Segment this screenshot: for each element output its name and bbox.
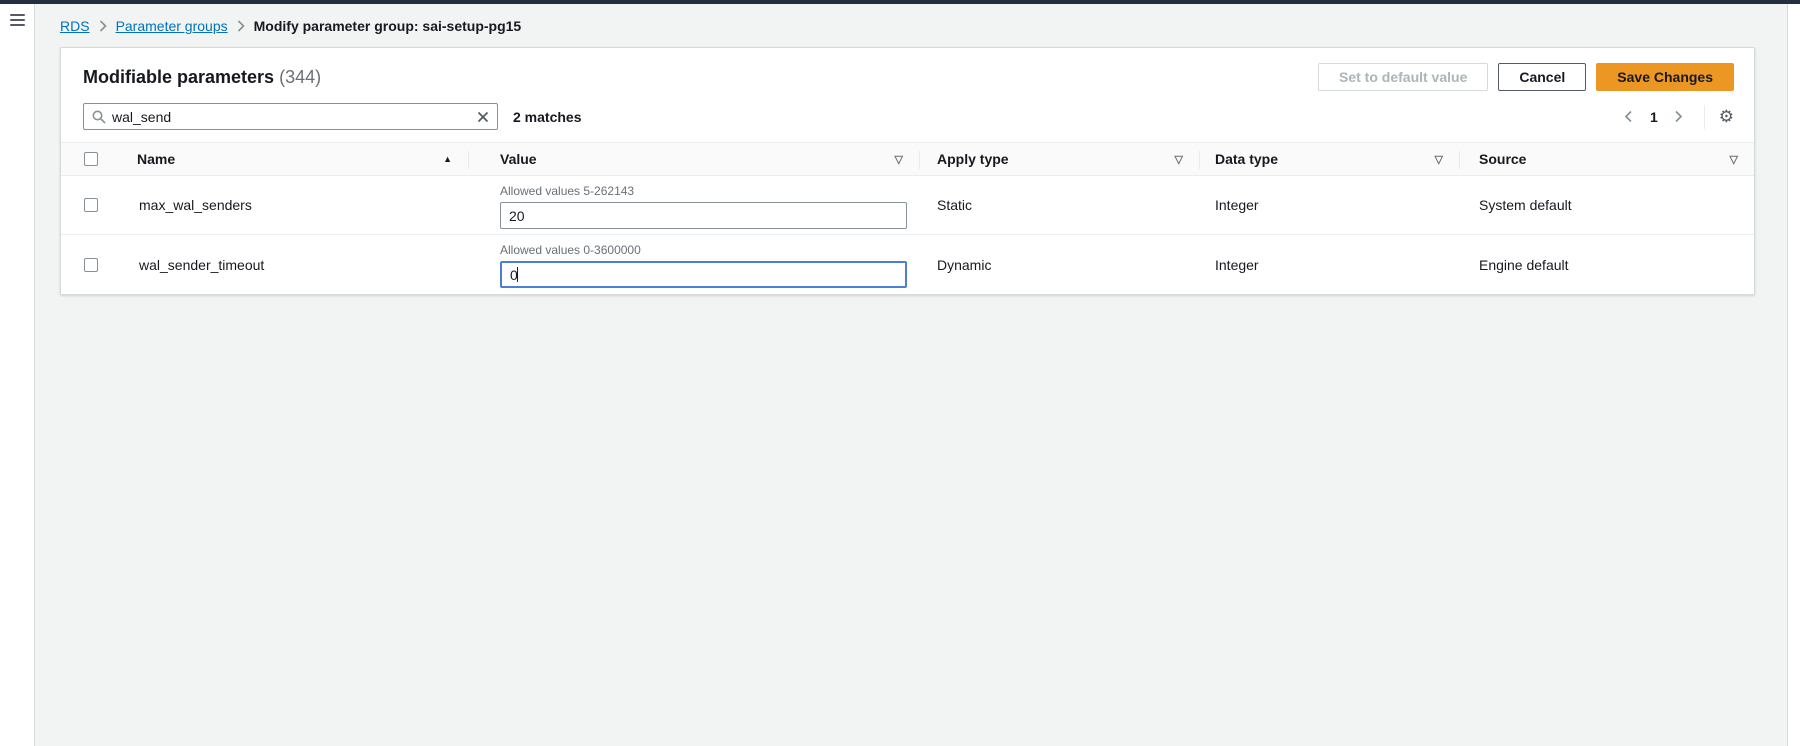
column-header-name[interactable]: Name ▲ (125, 143, 468, 175)
menu-bar (10, 14, 25, 16)
parameter-search-box[interactable] (83, 103, 498, 130)
chevron-right-icon (237, 20, 245, 32)
pager-divider (1704, 105, 1705, 129)
table-toolbar: 2 matches 1 ⚙︎ (61, 103, 1754, 130)
allowed-values-hint: Allowed values 5-262143 (500, 184, 919, 198)
right-scroll-rail[interactable] (1787, 4, 1800, 746)
select-all-cell (61, 143, 125, 175)
column-label: Name (137, 151, 175, 167)
sort-down-icon[interactable]: ▽ (1730, 153, 1738, 166)
column-header-apply-type[interactable]: Apply type ▽ (919, 143, 1199, 175)
cancel-button[interactable]: Cancel (1498, 63, 1586, 91)
chevron-right-icon (99, 20, 107, 32)
breadcrumb-parameter-groups-link[interactable]: Parameter groups (116, 18, 228, 34)
allowed-values-hint: Allowed values 0-3600000 (500, 243, 919, 257)
value-cell: Allowed values 5-262143 (468, 176, 919, 234)
table-row: max_wal_senders Allowed values 5-262143 … (61, 176, 1754, 235)
column-label: Source (1479, 151, 1526, 167)
source-cell: Engine default (1459, 235, 1754, 294)
data-type-cell: Integer (1199, 176, 1459, 234)
pagination: 1 ⚙︎ (1618, 105, 1734, 129)
modifiable-parameters-panel: Modifiable parameters (344) Set to defau… (60, 47, 1755, 295)
chevron-left-icon[interactable] (1618, 106, 1640, 128)
column-header-value[interactable]: Value ▽ (468, 143, 919, 175)
menu-bar (10, 24, 25, 26)
search-input[interactable] (112, 109, 477, 125)
row-select-cell (61, 176, 125, 234)
parameter-name: max_wal_senders (125, 176, 468, 234)
action-buttons: Set to default value Cancel Save Changes (1318, 63, 1734, 91)
sort-down-icon[interactable]: ▽ (1435, 153, 1443, 166)
row-select-cell (61, 235, 125, 294)
column-header-data-type[interactable]: Data type ▽ (1199, 143, 1459, 175)
parameters-table: Name ▲ Value ▽ Apply type ▽ Data type ▽ … (61, 142, 1754, 294)
value-input-focused[interactable] (500, 261, 907, 288)
breadcrumb: RDS Parameter groups Modify parameter gr… (60, 17, 1755, 35)
sort-down-icon[interactable]: ▽ (895, 153, 903, 166)
text-cursor (517, 267, 518, 282)
parameter-name: wal_sender_timeout (125, 235, 468, 294)
chevron-right-icon[interactable] (1668, 106, 1690, 128)
panel-header: Modifiable parameters (344) Set to defau… (61, 48, 1754, 103)
sort-down-icon[interactable]: ▽ (1175, 153, 1183, 166)
value-cell: Allowed values 0-3600000 (468, 235, 919, 294)
value-input[interactable] (500, 202, 907, 229)
search-icon (92, 110, 106, 124)
parameter-count: (344) (279, 67, 321, 87)
column-label: Value (500, 151, 537, 167)
side-nav-rail (0, 4, 35, 746)
main-content: RDS Parameter groups Modify parameter gr… (35, 4, 1787, 746)
sort-asc-icon[interactable]: ▲ (443, 154, 452, 164)
source-cell: System default (1459, 176, 1754, 234)
menu-bar (10, 19, 25, 21)
breadcrumb-rds-link[interactable]: RDS (60, 18, 90, 34)
column-label: Apply type (937, 151, 1009, 167)
menu-icon[interactable] (10, 14, 34, 26)
apply-type-cell: Static (919, 176, 1199, 234)
select-all-checkbox[interactable] (84, 152, 98, 166)
save-changes-button[interactable]: Save Changes (1596, 63, 1734, 91)
page-number[interactable]: 1 (1646, 109, 1662, 125)
match-count: 2 matches (513, 109, 581, 125)
column-label: Data type (1215, 151, 1278, 167)
page-title: Modifiable parameters (344) (83, 67, 321, 88)
table-row: wal_sender_timeout Allowed values 0-3600… (61, 235, 1754, 294)
table-header-row: Name ▲ Value ▽ Apply type ▽ Data type ▽ … (61, 142, 1754, 176)
row-checkbox[interactable] (84, 258, 98, 272)
column-header-source[interactable]: Source ▽ (1459, 143, 1754, 175)
data-type-cell: Integer (1199, 235, 1459, 294)
breadcrumb-current: Modify parameter group: sai-setup-pg15 (254, 18, 522, 34)
top-nav-bar (0, 0, 1800, 4)
set-to-default-button[interactable]: Set to default value (1318, 63, 1488, 91)
clear-icon[interactable] (477, 111, 489, 123)
panel-title-text: Modifiable parameters (83, 67, 274, 87)
row-checkbox[interactable] (84, 198, 98, 212)
gear-icon[interactable]: ⚙︎ (1719, 108, 1734, 125)
apply-type-cell: Dynamic (919, 235, 1199, 294)
